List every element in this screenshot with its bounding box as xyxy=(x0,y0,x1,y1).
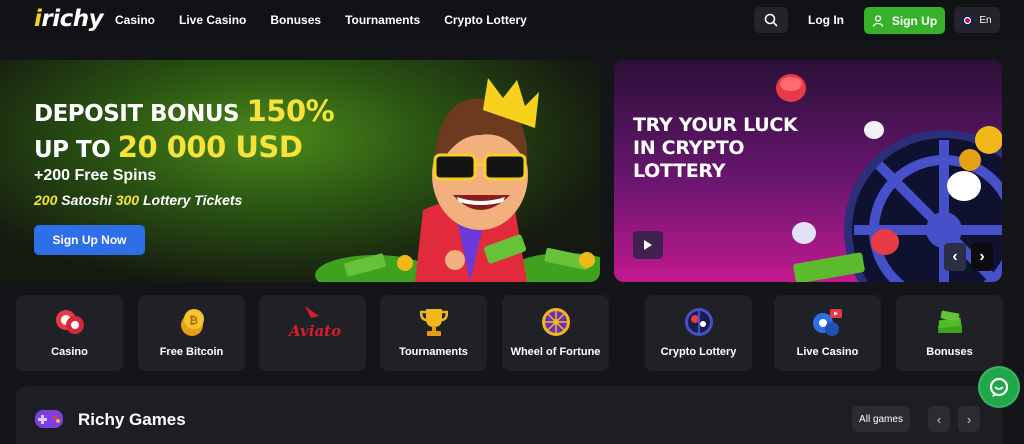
svg-text:Aviator: Aviator xyxy=(287,322,341,340)
category-label: Free Bitcoin xyxy=(159,346,224,358)
category-label: Crypto Lottery xyxy=(660,346,737,358)
bitcoin-coins-icon: ₿ xyxy=(180,309,204,336)
top-header: irichy Casino Live Casino Bonuses Tourna… xyxy=(0,0,1024,40)
category-free-bitcoin[interactable]: ₿ Free Bitcoin xyxy=(138,295,245,371)
search-icon xyxy=(764,13,778,27)
svg-text:₿: ₿ xyxy=(189,314,198,327)
crypto-lottery-banner[interactable]: TRY YOUR LUCK IN CRYPTO LOTTERY ‹ › xyxy=(614,60,1002,282)
category-aviator[interactable]: Aviator xyxy=(259,295,366,371)
bonus-headline-2: UP TO 20 000 USD xyxy=(34,130,303,164)
money-stack-icon xyxy=(937,310,962,333)
banner-next-button[interactable]: › xyxy=(971,243,993,271)
trophy-icon xyxy=(419,309,448,336)
play-icon xyxy=(644,240,652,250)
nav-live-casino[interactable]: Live Casino xyxy=(179,13,246,27)
category-bar: Casino ₿ Free Bitcoin Aviator Tournament… xyxy=(16,295,1004,371)
live-casino-icon xyxy=(812,309,842,336)
mascot-illustration xyxy=(315,78,600,282)
signup-now-button[interactable]: Sign Up Now xyxy=(34,225,145,255)
category-label: Casino xyxy=(51,346,88,358)
games-prev-button[interactable]: ‹ xyxy=(928,406,950,432)
search-button[interactable] xyxy=(754,7,788,33)
gamepad-icon xyxy=(35,410,63,428)
signup-label: Sign Up xyxy=(891,13,938,28)
login-button[interactable]: Log In xyxy=(797,7,855,33)
signup-button[interactable]: Sign Up xyxy=(864,7,945,34)
play-button[interactable] xyxy=(633,231,663,259)
category-label: Bonuses xyxy=(926,346,973,358)
richy-games-section: Richy Games All games ‹ › xyxy=(16,386,1002,444)
category-crypto-lottery[interactable]: Crypto Lottery xyxy=(645,295,752,371)
category-tournaments[interactable]: Tournaments xyxy=(380,295,487,371)
category-label: Wheel of Fortune xyxy=(510,346,601,358)
all-games-button[interactable]: All games xyxy=(852,406,910,432)
aviator-logo-icon: Aviator xyxy=(287,306,341,340)
games-section-title: Richy Games xyxy=(78,410,186,429)
free-spins-text: +200 Free Spins xyxy=(34,167,157,184)
live-chat-button[interactable] xyxy=(978,366,1020,408)
language-label: En xyxy=(979,14,992,26)
bonus-headline-1: DEPOSIT BONUS 150% xyxy=(34,94,335,128)
category-wheel-of-fortune[interactable]: Wheel of Fortune xyxy=(502,295,609,371)
bonus-extras-text: 200 Satoshi 300 Lottery Tickets xyxy=(34,192,243,208)
category-live-casino[interactable]: Live Casino xyxy=(774,295,881,371)
category-label: Live Casino xyxy=(796,346,859,358)
lottery-title: TRY YOUR LUCK IN CRYPTO LOTTERY xyxy=(633,114,798,182)
nav-casino[interactable]: Casino xyxy=(115,13,155,27)
category-casino[interactable]: Casino xyxy=(16,295,123,371)
banner-prev-button[interactable]: ‹ xyxy=(944,243,966,271)
uk-flag-icon xyxy=(962,14,974,26)
casino-chips-icon xyxy=(55,310,84,334)
games-next-button[interactable]: › xyxy=(958,406,980,432)
chat-icon xyxy=(989,377,1009,397)
richy-logo[interactable]: irichy xyxy=(34,6,104,32)
nav-crypto-lottery[interactable]: Crypto Lottery xyxy=(444,13,527,27)
category-bonuses[interactable]: Bonuses xyxy=(896,295,1003,371)
language-selector[interactable]: En xyxy=(954,7,1000,33)
nav-bonuses[interactable]: Bonuses xyxy=(270,13,321,27)
category-label: Tournaments xyxy=(399,346,468,358)
wheel-icon xyxy=(541,308,570,336)
deposit-bonus-banner[interactable]: DEPOSIT BONUS 150% UP TO 20 000 USD +200… xyxy=(0,60,600,282)
nav-tournaments[interactable]: Tournaments xyxy=(345,13,420,27)
main-nav: Casino Live Casino Bonuses Tournaments C… xyxy=(115,13,551,27)
lottery-icon xyxy=(684,308,713,336)
user-icon xyxy=(872,14,883,27)
